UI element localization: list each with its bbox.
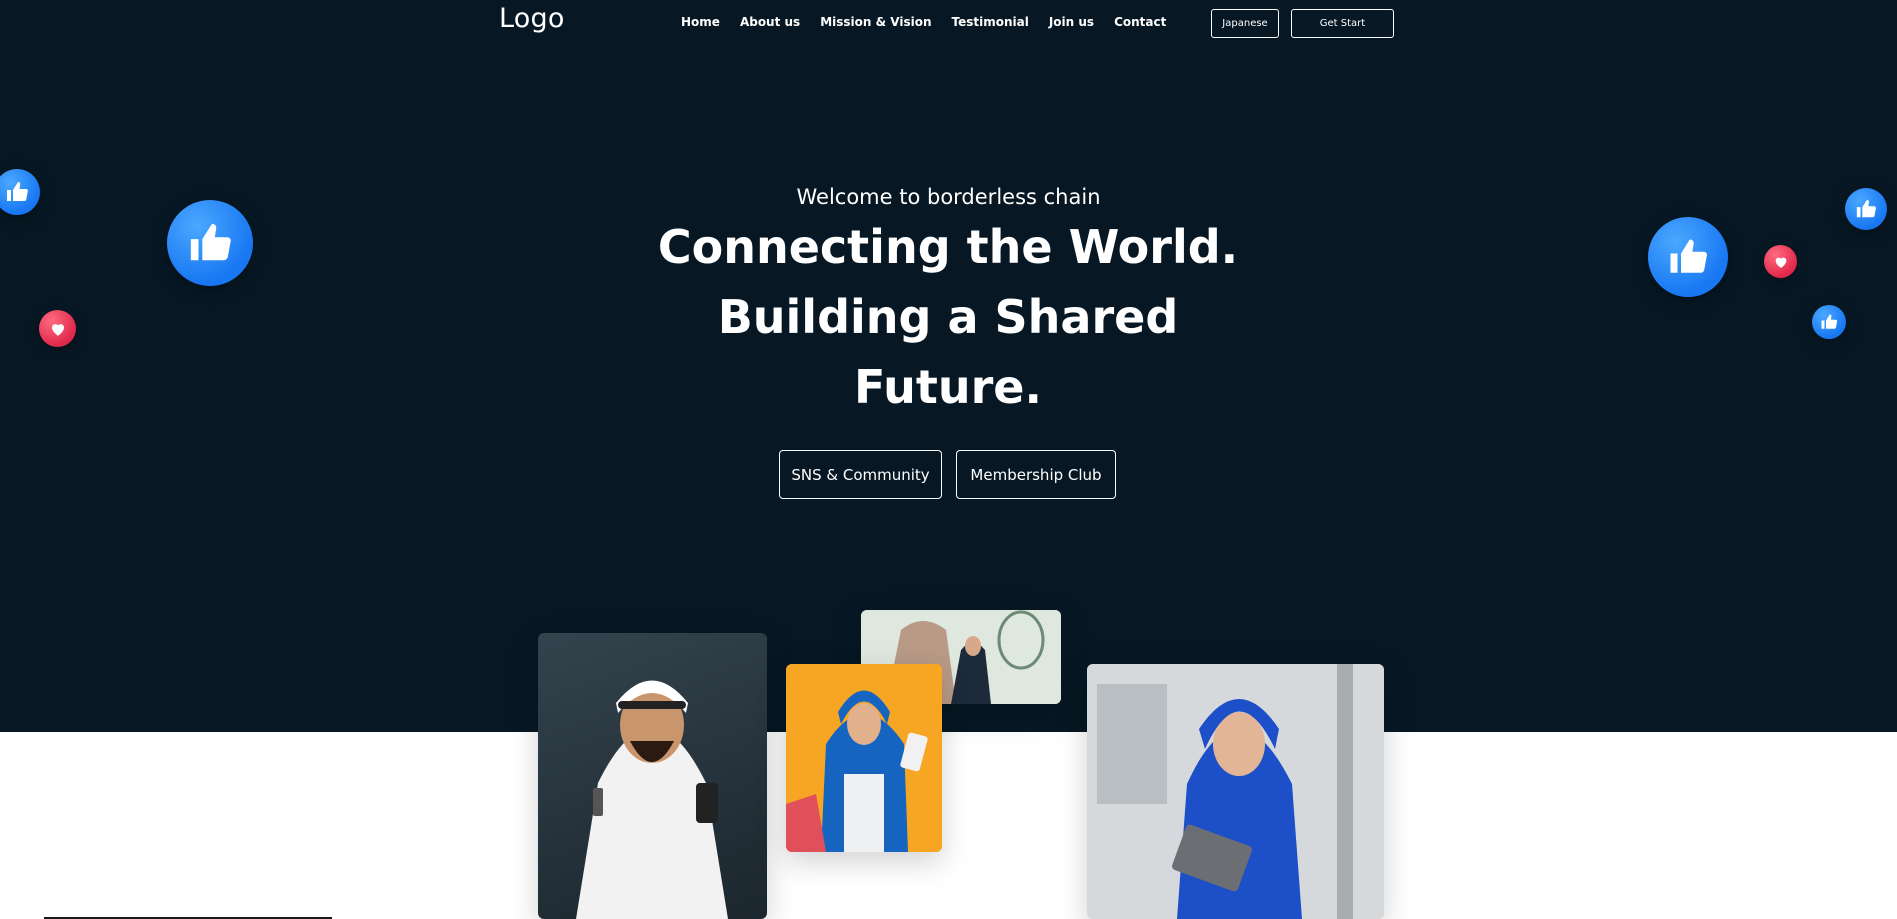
sns-community-button[interactable]: SNS & Community <box>779 450 942 499</box>
like-icon <box>1648 217 1728 297</box>
nav-join-us[interactable]: Join us <box>1049 15 1094 29</box>
membership-club-button[interactable]: Membership Club <box>956 450 1116 499</box>
nav-about-us[interactable]: About us <box>740 15 800 29</box>
nav-testimonial[interactable]: Testimonial <box>952 15 1029 29</box>
site-logo[interactable]: Logo <box>499 3 565 34</box>
photo-man-with-phone <box>538 633 767 919</box>
heart-icon <box>39 310 76 347</box>
photo-woman-blue-hijab <box>1087 664 1384 919</box>
hero-headline: Connecting the World. Building a Shared … <box>598 212 1298 422</box>
main-nav: Home About us Mission & Vision Testimoni… <box>681 15 1186 29</box>
heart-icon <box>1764 245 1797 278</box>
like-icon <box>167 200 253 286</box>
nav-home[interactable]: Home <box>681 15 720 29</box>
nav-mission-vision[interactable]: Mission & Vision <box>820 15 931 29</box>
like-icon <box>1845 188 1887 230</box>
headline-line-3: Future. <box>854 360 1042 414</box>
nav-contact[interactable]: Contact <box>1114 15 1166 29</box>
like-icon <box>1812 305 1846 339</box>
photo-woman-with-tablet <box>786 664 942 852</box>
language-button[interactable]: Japanese <box>1211 9 1279 38</box>
headline-line-1: Connecting the World. <box>657 220 1239 274</box>
hero-welcome: Welcome to borderless chain <box>796 185 1101 209</box>
get-start-button[interactable]: Get Start <box>1291 9 1394 38</box>
headline-line-2: Building a Shared <box>717 290 1179 344</box>
